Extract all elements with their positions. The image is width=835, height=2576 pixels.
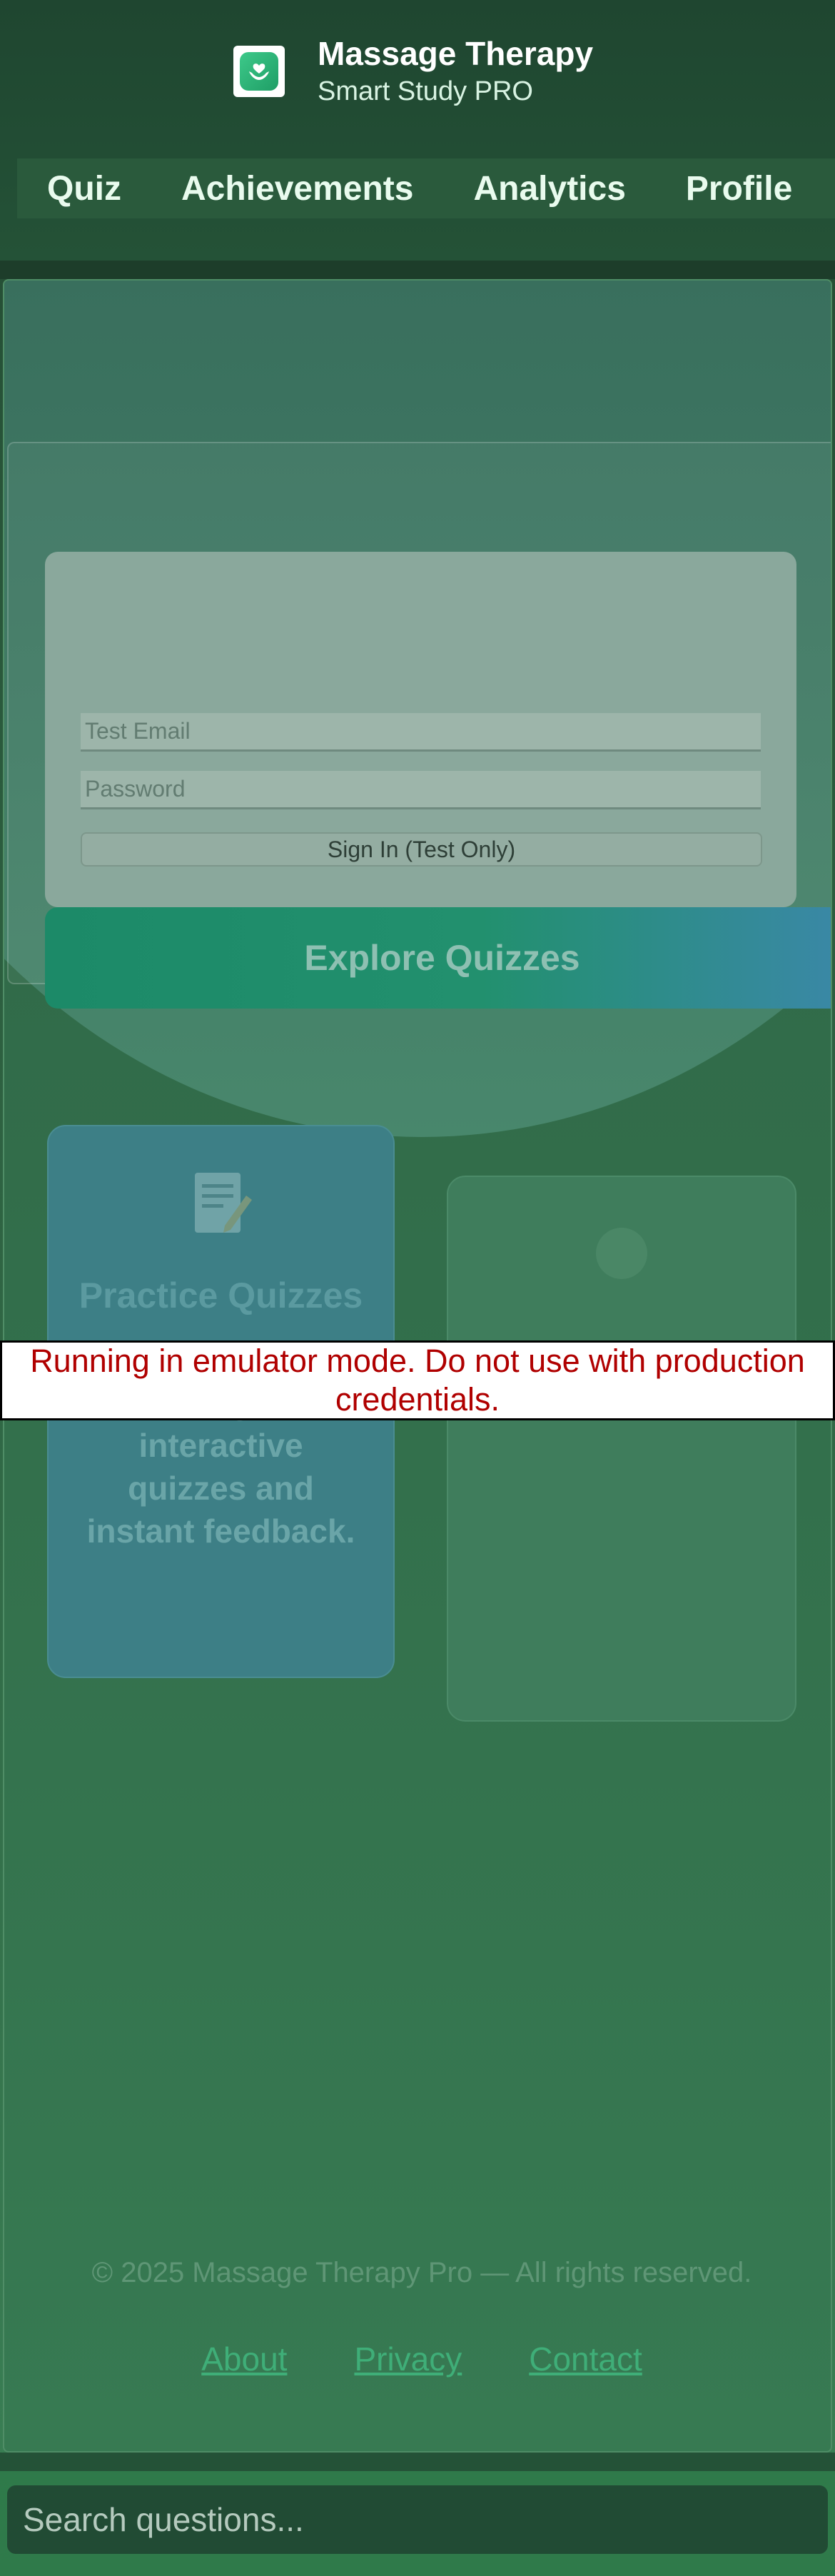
feature-card-secondary[interactable] [447, 1176, 796, 1722]
brand[interactable]: Massage Therapy Smart Study PRO [233, 32, 593, 111]
search-input[interactable] [7, 2485, 828, 2554]
sign-in-button[interactable]: Sign In (Test Only) [81, 832, 762, 867]
password-field[interactable] [81, 771, 761, 809]
nav-item-achievements[interactable]: Achievements [181, 169, 413, 208]
footer-divider [0, 2453, 835, 2471]
header-divider [0, 261, 835, 279]
search-bar [0, 2471, 835, 2576]
emulator-warning-banner: Running in emulator mode. Do not use wit… [0, 1340, 835, 1420]
footer-links: About Privacy Contact [4, 2340, 831, 2378]
feature-title: Practice Quizzes [79, 1276, 363, 1315]
nav-item-profile[interactable]: Profile [686, 169, 792, 208]
nav-item-quiz[interactable]: Quiz [47, 169, 121, 208]
email-field[interactable] [81, 713, 761, 752]
explore-quizzes-button[interactable]: Explore Quizzes [45, 907, 831, 1009]
main-nav: Quiz Achievements Analytics Profile [17, 158, 835, 218]
clipboard-pencil-icon [49, 1166, 393, 1257]
app-title: Massage Therapy [318, 35, 594, 72]
chart-icon [448, 1217, 795, 1308]
hands-heart-icon [240, 52, 278, 91]
copyright-text: © 2025 Massage Therapy Pro — All rights … [91, 2257, 752, 2288]
app-subtitle: Smart Study PRO [318, 76, 533, 106]
footer-link-contact[interactable]: Contact [529, 2340, 642, 2378]
app-header: Massage Therapy Smart Study PRO Quiz Ach… [0, 0, 835, 261]
footer-link-privacy[interactable]: Privacy [354, 2340, 462, 2378]
nav-item-analytics[interactable]: Analytics [473, 169, 625, 208]
auth-panel: Sign In (Test Only) [45, 552, 796, 907]
app-logo [233, 46, 285, 97]
footer-link-about[interactable]: About [201, 2340, 287, 2378]
